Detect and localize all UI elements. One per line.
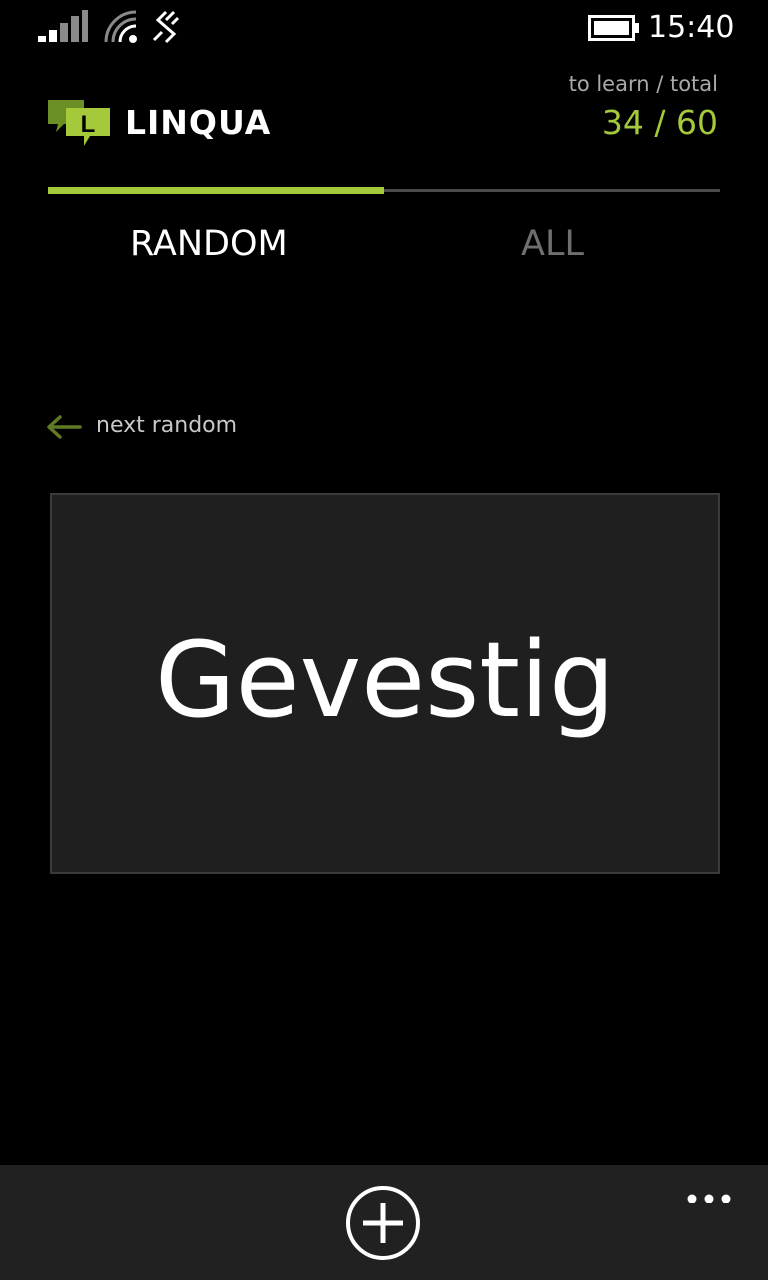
- counter-label: to learn / total: [568, 72, 718, 96]
- more-dots-icon[interactable]: [680, 1175, 738, 1203]
- data-sync-icon: [152, 10, 180, 44]
- clock: 15:40: [648, 10, 735, 45]
- tab-random[interactable]: RANDOM: [130, 220, 288, 268]
- app-title: LINQUA: [125, 103, 272, 142]
- svg-text:L: L: [81, 111, 96, 138]
- progress-track: [48, 187, 720, 194]
- battery-icon: [588, 15, 639, 41]
- app-bar: [0, 1165, 768, 1280]
- word-card[interactable]: Gevestig: [50, 493, 720, 874]
- arrow-left-icon: [47, 415, 82, 439]
- tab-all[interactable]: ALL: [521, 220, 584, 268]
- signal-icon: [38, 10, 88, 42]
- counter-value: 34 / 60: [601, 103, 718, 142]
- status-bar: 15:40: [0, 0, 768, 56]
- next-random-label: next random: [96, 413, 238, 438]
- word-text: Gevestig: [155, 618, 615, 741]
- progress-fill: [48, 187, 384, 194]
- next-random-button[interactable]: next random: [46, 406, 286, 446]
- wifi-icon: [104, 10, 137, 43]
- add-circle-icon[interactable]: [345, 1185, 421, 1261]
- app-screen: 15:40 L LINQUA to learn / total 34 / 60 …: [0, 0, 768, 1280]
- linqua-logo-icon: L: [48, 100, 110, 146]
